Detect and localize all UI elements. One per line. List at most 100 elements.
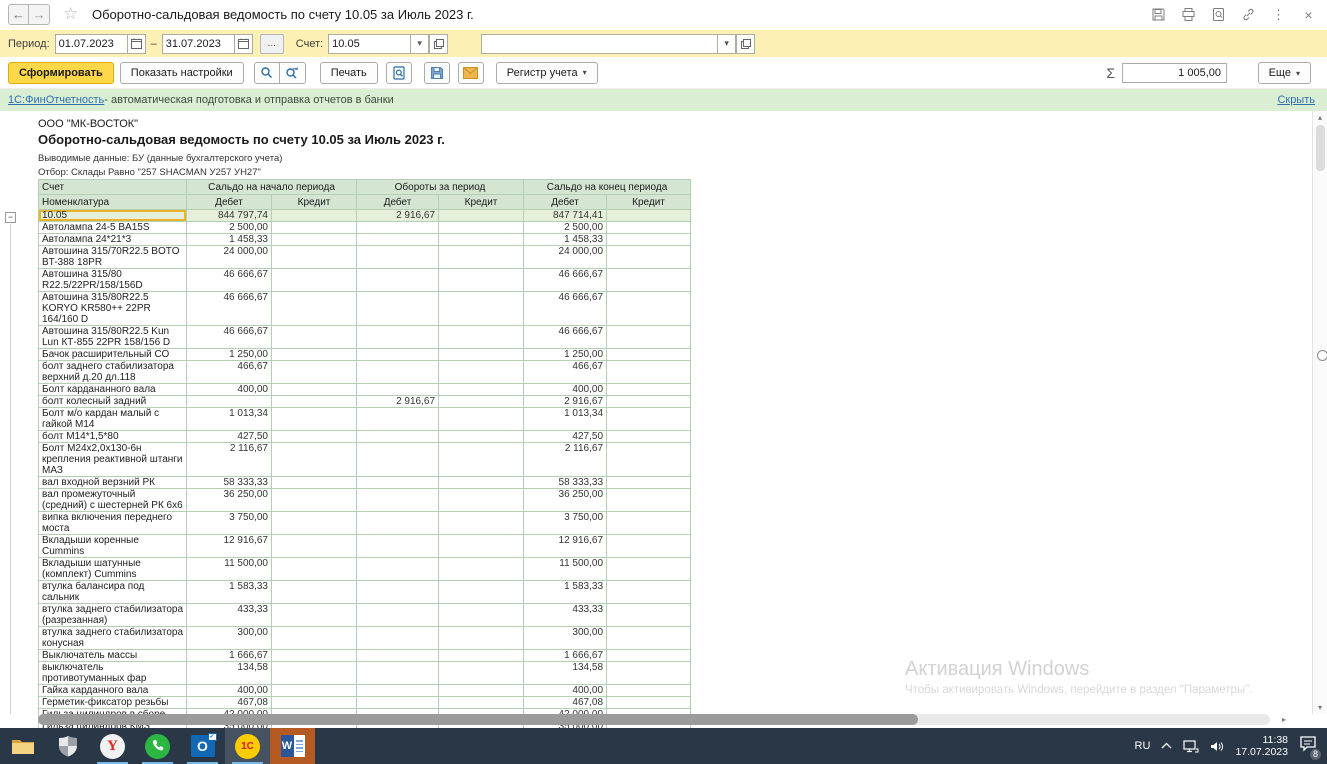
amount-cell[interactable] [607, 535, 691, 558]
taskbar-defender[interactable] [45, 728, 90, 764]
amount-cell[interactable]: 2 116,67 [187, 443, 272, 477]
table-row[interactable]: Бачок расширительный СО1 250,001 250,00 [39, 349, 691, 361]
amount-cell[interactable] [439, 627, 524, 650]
amount-cell[interactable] [357, 662, 439, 685]
amount-cell[interactable] [607, 581, 691, 604]
amount-cell[interactable]: 2 500,00 [524, 222, 607, 234]
account-dropdown-icon[interactable]: ▾ [410, 34, 429, 54]
nomenclature-cell[interactable]: Болт М24х2,0х130-6н крепления реактивной… [39, 443, 187, 477]
taskbar-whatsapp[interactable] [135, 728, 180, 764]
amount-cell[interactable]: 46 666,67 [187, 269, 272, 292]
amount-cell[interactable]: 134,58 [524, 662, 607, 685]
amount-cell[interactable]: 466,67 [187, 361, 272, 384]
language-indicator[interactable]: RU [1135, 740, 1151, 752]
amount-cell[interactable]: 1 013,34 [524, 408, 607, 431]
amount-cell[interactable]: 466,67 [524, 361, 607, 384]
date-from-input[interactable] [55, 34, 127, 54]
amount-cell[interactable]: 847 714,41 [524, 210, 607, 222]
taskbar-outlook[interactable]: O ✓ [180, 728, 225, 764]
amount-cell[interactable]: 58 333,33 [524, 477, 607, 489]
amount-cell[interactable] [357, 650, 439, 662]
amount-cell[interactable]: 2 500,00 [187, 222, 272, 234]
email-icon[interactable] [458, 62, 484, 84]
amount-cell[interactable]: 2 916,67 [524, 396, 607, 408]
taskbar-yandex-browser[interactable]: Y [90, 728, 135, 764]
amount-cell[interactable] [357, 627, 439, 650]
amount-cell[interactable] [439, 535, 524, 558]
amount-cell[interactable] [607, 558, 691, 581]
calendar-icon[interactable] [127, 34, 146, 54]
table-row[interactable]: вал промежуточный (средний) с шестерней … [39, 489, 691, 512]
amount-cell[interactable] [272, 246, 357, 269]
amount-cell[interactable] [272, 535, 357, 558]
table-row[interactable]: втулка заднего стабилизатора конусная300… [39, 627, 691, 650]
taskbar-1c-enterprise[interactable]: 1С [225, 728, 270, 764]
table-row[interactable]: болт заднего стабилизатора верхний д.20 … [39, 361, 691, 384]
amount-cell[interactable] [272, 581, 357, 604]
scroll-right-icon[interactable]: ▸ [1282, 714, 1286, 725]
table-row[interactable]: втулка балансира под сальник1 583,331 58… [39, 581, 691, 604]
amount-cell[interactable] [607, 627, 691, 650]
amount-cell[interactable] [439, 685, 524, 697]
collapse-group-icon[interactable]: − [5, 212, 16, 223]
table-row[interactable]: Автошина 315/80R22.5 Kun Lun КТ-855 22PR… [39, 326, 691, 349]
amount-cell[interactable] [607, 431, 691, 443]
taskbar-file-explorer[interactable] [0, 728, 45, 764]
nomenclature-cell[interactable]: болт колесный задний [39, 396, 187, 408]
amount-cell[interactable] [607, 349, 691, 361]
horizontal-scroll-thumb[interactable] [38, 714, 918, 725]
amount-cell[interactable] [439, 558, 524, 581]
amount-cell[interactable]: 400,00 [187, 384, 272, 396]
nomenclature-cell[interactable]: Гайка карданного вала [39, 685, 187, 697]
nomenclature-cell[interactable]: втулка балансира под сальник [39, 581, 187, 604]
amount-cell[interactable] [357, 489, 439, 512]
nomenclature-cell[interactable]: болт М14*1,5*80 [39, 431, 187, 443]
amount-cell[interactable] [607, 234, 691, 246]
finreport-link[interactable]: 1С:ФинОтчетность [8, 94, 104, 106]
amount-cell[interactable] [439, 384, 524, 396]
amount-cell[interactable] [272, 234, 357, 246]
nomenclature-cell[interactable]: Болт м/о кардан малый с гайкой М14 [39, 408, 187, 431]
nomenclature-cell[interactable]: вал входной верзний РК [39, 477, 187, 489]
header-credit[interactable]: Кредит [272, 195, 357, 210]
amount-cell[interactable] [439, 662, 524, 685]
nomenclature-cell[interactable]: втулка заднего стабилизатора конусная [39, 627, 187, 650]
amount-cell[interactable] [607, 650, 691, 662]
amount-cell[interactable]: 46 666,67 [187, 326, 272, 349]
amount-cell[interactable] [607, 396, 691, 408]
nomenclature-cell[interactable]: вал промежуточный (средний) с шестерней … [39, 489, 187, 512]
print-button[interactable]: Печать [320, 62, 378, 84]
amount-cell[interactable]: 1 013,34 [187, 408, 272, 431]
table-row[interactable]: вал входной верзний РК58 333,3358 333,33 [39, 477, 691, 489]
amount-cell[interactable] [607, 222, 691, 234]
amount-cell[interactable] [439, 210, 524, 222]
amount-cell[interactable] [357, 512, 439, 535]
favorite-star-icon[interactable]: ☆ [63, 4, 78, 24]
amount-cell[interactable] [272, 489, 357, 512]
amount-cell[interactable] [607, 326, 691, 349]
table-row[interactable]: втулка заднего стабилизатора (разрезанна… [39, 604, 691, 627]
table-row[interactable]: Гайка карданного вала400,00400,00 [39, 685, 691, 697]
amount-cell[interactable]: 11 500,00 [187, 558, 272, 581]
amount-cell[interactable]: 400,00 [524, 384, 607, 396]
amount-cell[interactable]: 2 916,67 [357, 396, 439, 408]
amount-cell[interactable]: 11 500,00 [524, 558, 607, 581]
amount-cell[interactable]: 300,00 [524, 627, 607, 650]
amount-cell[interactable] [439, 443, 524, 477]
amount-cell[interactable] [357, 349, 439, 361]
table-row[interactable]: Автолампа 24-5 BA15S2 500,002 500,00 [39, 222, 691, 234]
amount-cell[interactable] [607, 662, 691, 685]
amount-cell[interactable] [439, 512, 524, 535]
amount-cell[interactable]: 46 666,67 [524, 326, 607, 349]
amount-cell[interactable]: 1 583,33 [187, 581, 272, 604]
amount-cell[interactable] [272, 384, 357, 396]
header-credit[interactable]: Кредит [607, 195, 691, 210]
more-button[interactable]: Еще ▾ [1258, 62, 1311, 84]
amount-cell[interactable]: 12 916,67 [524, 535, 607, 558]
save-report-icon[interactable] [424, 62, 450, 84]
amount-cell[interactable]: 1 458,33 [524, 234, 607, 246]
amount-cell[interactable] [272, 361, 357, 384]
amount-cell[interactable]: 300,00 [187, 627, 272, 650]
amount-cell[interactable] [439, 477, 524, 489]
account-open-icon[interactable] [429, 34, 448, 54]
